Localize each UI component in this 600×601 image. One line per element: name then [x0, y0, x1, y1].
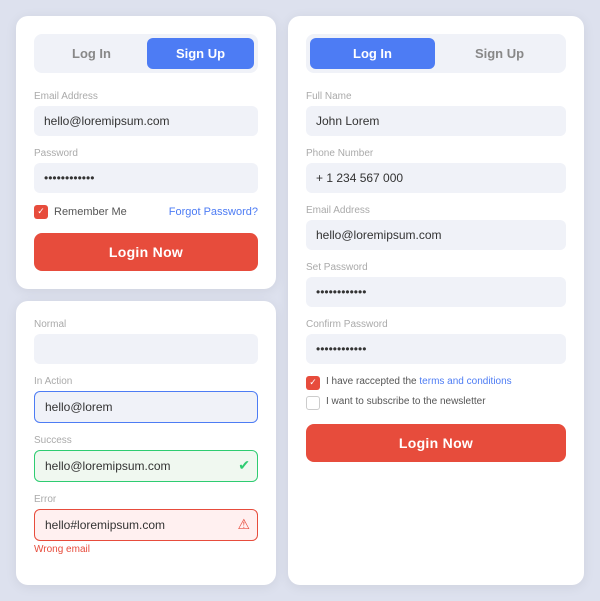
- login-button-top[interactable]: Login Now: [34, 233, 258, 271]
- email-label-right: Email Address: [306, 205, 566, 216]
- remember-me-label[interactable]: ✓ Remember Me: [34, 205, 127, 219]
- password-input[interactable]: [34, 163, 258, 193]
- newsletter-text: I want to subscribe to the newsletter: [326, 396, 486, 407]
- terms-checkmark-icon: ✓: [309, 378, 317, 387]
- error-icon: ⚠: [237, 516, 250, 533]
- fullname-label: Full Name: [306, 91, 566, 102]
- error-input-wrapper: ⚠: [34, 509, 258, 541]
- tab-signup-top[interactable]: Sign Up: [147, 38, 254, 69]
- success-input-wrapper: ✔: [34, 450, 258, 482]
- tab-signup-right[interactable]: Sign Up: [437, 38, 562, 69]
- error-label: Error: [34, 494, 258, 505]
- set-password-input[interactable]: [306, 277, 566, 307]
- forgot-password-link[interactable]: Forgot Password?: [169, 206, 258, 218]
- confirm-password-label: Confirm Password: [306, 319, 566, 330]
- success-label: Success: [34, 435, 258, 446]
- email-input-right[interactable]: [306, 220, 566, 250]
- phone-input[interactable]: [306, 163, 566, 193]
- normal-label: Normal: [34, 319, 258, 330]
- newsletter-checkbox[interactable]: [306, 396, 320, 410]
- error-input[interactable]: [34, 509, 258, 541]
- fullname-input[interactable]: [306, 106, 566, 136]
- in-action-label: In Action: [34, 376, 258, 387]
- email-input[interactable]: [34, 106, 258, 136]
- normal-input[interactable]: [34, 334, 258, 364]
- newsletter-row: I want to subscribe to the newsletter: [306, 396, 566, 410]
- set-password-label: Set Password: [306, 262, 566, 273]
- phone-label: Phone Number: [306, 148, 566, 159]
- terms-text: I have raccepted the terms and condition…: [326, 376, 512, 387]
- in-action-input[interactable]: [34, 391, 258, 423]
- password-label: Password: [34, 148, 258, 159]
- terms-checkbox[interactable]: ✓: [306, 376, 320, 390]
- checkmark-icon: ✓: [37, 207, 45, 216]
- success-icon: ✔: [238, 457, 250, 474]
- success-input[interactable]: [34, 450, 258, 482]
- terms-row: ✓ I have raccepted the terms and conditi…: [306, 376, 566, 390]
- tab-login-right[interactable]: Log In: [310, 38, 435, 69]
- remember-me-text: Remember Me: [54, 206, 127, 218]
- error-message: Wrong email: [34, 544, 258, 555]
- login-button-right[interactable]: Login Now: [306, 424, 566, 462]
- terms-link[interactable]: terms and conditions: [419, 376, 511, 387]
- confirm-password-input[interactable]: [306, 334, 566, 364]
- remember-me-checkbox[interactable]: ✓: [34, 205, 48, 219]
- email-label: Email Address: [34, 91, 258, 102]
- tab-login-top[interactable]: Log In: [38, 38, 145, 69]
